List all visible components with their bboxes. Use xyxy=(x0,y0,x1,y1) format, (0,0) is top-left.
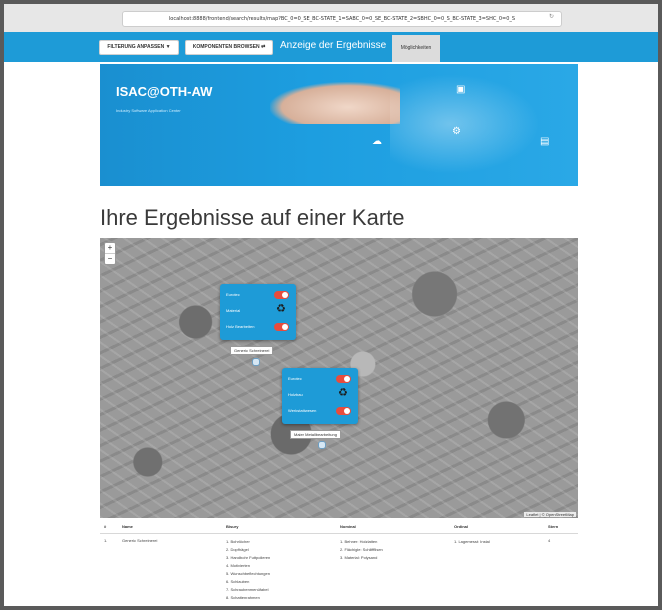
nav-title: Anzeige der Ergebnisse xyxy=(280,40,387,51)
link-icon: ⇄ xyxy=(261,44,266,50)
reload-icon[interactable]: ↻ xyxy=(549,13,652,20)
url-bar[interactable]: localhost:8888/frontend/search/results/m… xyxy=(122,11,562,27)
list-item: 3. Handbohr Futtpolieren xyxy=(226,555,271,560)
row-stern: 4 xyxy=(548,538,551,543)
list-item: 6. Schlauben xyxy=(226,579,250,584)
list-item: 2. Dopfhägel xyxy=(226,547,249,552)
popup-toggle[interactable] xyxy=(336,375,351,383)
map-marker[interactable] xyxy=(318,441,326,449)
map-popup: Eurotec Holzbau ♻ Werkstattwesen xyxy=(282,368,358,424)
results-map[interactable]: + − Eurotec Material ♻ Holz Bearbeiten G… xyxy=(100,238,578,518)
marker-label: Generic Schreinerei xyxy=(230,346,274,355)
column-header: # xyxy=(104,524,107,529)
browser-toolbar: localhost:8888/frontend/search/results/m… xyxy=(4,4,658,33)
page-title: Ihre Ergebnisse auf einer Karte xyxy=(100,205,405,230)
list-item: 4. Motivierten xyxy=(226,563,251,568)
hand-image xyxy=(270,82,400,124)
zoom-control: + − xyxy=(104,242,116,265)
popup-toggle[interactable] xyxy=(274,291,289,299)
cloud-icon: ☁ xyxy=(372,136,382,147)
components-button-label: KOMPONENTEN BROWSEN xyxy=(192,44,260,50)
map-marker[interactable] xyxy=(252,358,260,366)
list-item: 2. Flächigle: Schliffflisen xyxy=(340,547,383,552)
popup-row: Material xyxy=(226,308,241,313)
popup-row: Eurotec xyxy=(288,376,302,381)
row-index: 1. xyxy=(104,538,108,543)
zoom-out-button[interactable]: − xyxy=(105,253,115,264)
banner-title: ISAC@OTH-AW xyxy=(116,84,213,99)
list-item: 5. Wunschbeflechtungen xyxy=(226,571,270,576)
list-item: 8. Schattenrahmen xyxy=(226,595,260,600)
popup-row: Eurotec xyxy=(226,292,240,297)
row-bisury-list: 1. Bohrlöcher 2. Dopfhägel 3. Handbohr F… xyxy=(226,538,270,602)
column-header: Bisury xyxy=(226,524,239,529)
top-navigation: FILTERUNG ANPASSEN ▼ KOMPONENTEN BROWSEN… xyxy=(4,32,658,62)
filter-icon: ▼ xyxy=(165,44,171,50)
popup-row: Holzbau xyxy=(288,392,303,397)
list-item: 7. Schraubenmenüfabel xyxy=(226,587,269,592)
popup-toggle[interactable] xyxy=(336,407,351,415)
map-attribution[interactable]: Leaflet | © OpenStreetMap xyxy=(524,512,576,517)
row-ordinal-list: 1. Lagemesst: Instal xyxy=(454,538,490,546)
row-nominal-list: 1. Behner: Holzlatten 2. Flächigle: Schl… xyxy=(340,538,383,562)
column-header: Nominal xyxy=(340,524,356,529)
column-header: Ordinal xyxy=(454,524,469,529)
marker-label: Maier Metallbearbeitung xyxy=(290,430,341,439)
hero-banner: ISAC@OTH-AW Industry Software Applicatio… xyxy=(100,64,578,186)
components-button[interactable]: KOMPONENTEN BROWSEN ⇄ xyxy=(185,40,273,55)
banner-subtitle: Industry Software Application Center xyxy=(116,108,181,113)
row-name: Generic Schreinerei xyxy=(122,538,158,543)
column-header: Stern xyxy=(548,524,559,529)
recycle-icon: ♻ xyxy=(338,387,348,399)
column-header: Name xyxy=(122,524,133,529)
list-item: 1. Bohrlöcher xyxy=(226,539,250,544)
popup-row: Werkstattwesen xyxy=(288,408,317,413)
list-item: 3. Material: Polysand xyxy=(340,555,378,560)
filter-button[interactable]: FILTERUNG ANPASSEN ▼ xyxy=(99,40,179,55)
device-icon: ▣ xyxy=(456,84,466,95)
browser-window: localhost:8888/frontend/search/results/m… xyxy=(4,4,658,606)
recycle-icon: ♻ xyxy=(276,303,286,315)
zoom-in-button[interactable]: + xyxy=(105,243,115,253)
tab-moeglichkeiten[interactable]: Möglichkeiten xyxy=(392,35,440,62)
popup-row: Holz Bearbeiten xyxy=(226,324,255,329)
filter-button-label: FILTERUNG ANPASSEN xyxy=(107,44,165,50)
table-header: # Name Bisury Nominal Ordinal Stern xyxy=(100,520,578,534)
map-popup: Eurotec Material ♻ Holz Bearbeiten xyxy=(220,284,296,340)
list-item: 1. Lagemesst: Instal xyxy=(454,539,490,544)
popup-toggle[interactable] xyxy=(274,323,289,331)
list-item: 1. Behner: Holzlatten xyxy=(340,539,378,544)
gear-icon: ⚙ xyxy=(452,126,461,137)
screen-icon: ▤ xyxy=(540,136,550,147)
